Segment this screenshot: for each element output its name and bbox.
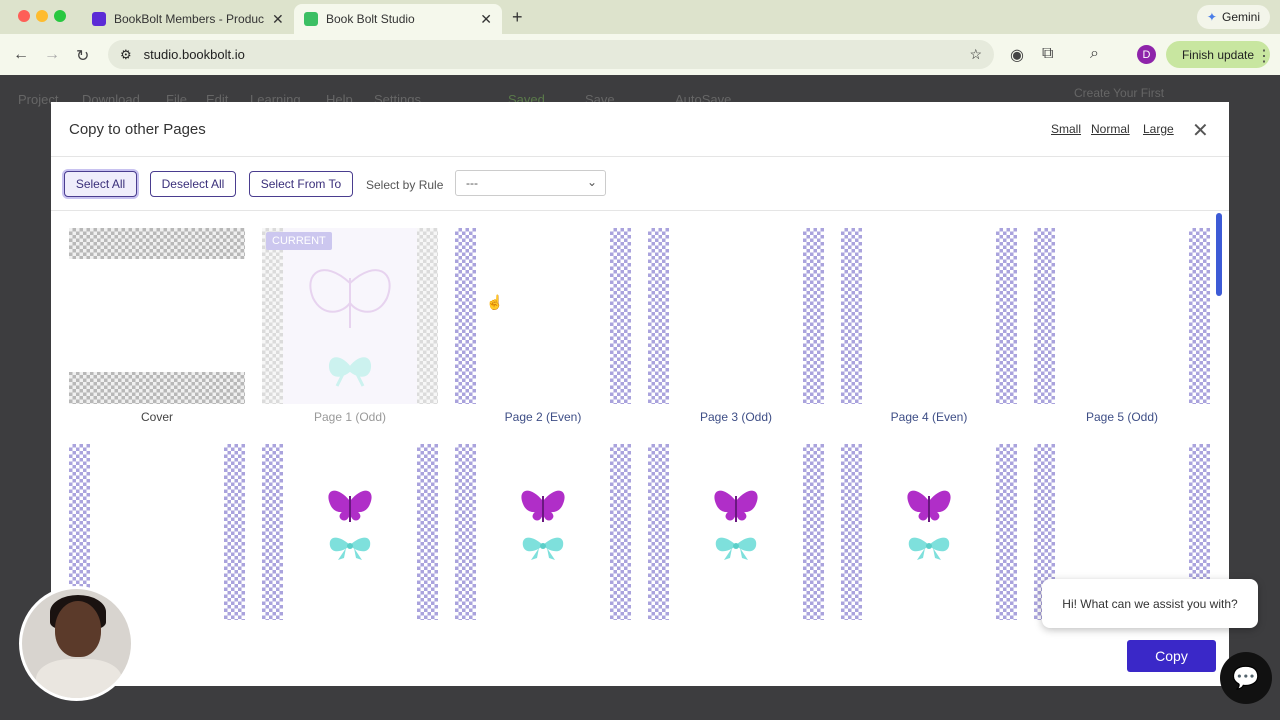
tab-search-icon[interactable]: ⌕ [1090,45,1099,63]
selection-actions: Select All Deselect All Select From To S… [51,158,1229,211]
select-by-rule-dropdown[interactable]: --- ⌄ [455,170,606,196]
select-by-rule-value: --- [466,176,478,190]
url-text: studio.bookbolt.io [143,47,245,62]
tab-title: BookBolt Members - Product [114,12,264,26]
tab-bookbolt-members[interactable]: BookBolt Members - Product ✕ [82,4,294,34]
chevron-down-icon: ⌄ [586,175,597,189]
bookmark-star-icon[interactable]: ☆ [969,46,982,63]
presenter-webcam-overlay [19,586,134,701]
page-thumb-4[interactable] [841,228,1017,404]
page-label-5: Page 5 (Odd) [1085,410,1159,424]
gemini-label: Gemini [1221,10,1260,24]
account-circle-icon[interactable]: ◉ [1010,45,1024,65]
finish-update-button[interactable]: Finish update [1166,41,1270,68]
page-label-1: Page 1 (Odd) [313,410,387,424]
extensions-puzzle-icon[interactable]: ⧉ [1042,45,1053,63]
profile-avatar[interactable]: D [1137,45,1156,64]
deselect-all-button[interactable]: Deselect All [150,171,236,197]
page-thumb-3[interactable] [648,228,824,404]
page-thumb-2[interactable] [455,228,631,404]
gemini-button[interactable]: ✦ Gemini [1196,5,1270,29]
menu-kebab-icon[interactable]: ⋮ [1256,46,1272,66]
page-content [283,228,417,404]
bleed-strip [841,228,862,404]
new-tab-icon[interactable]: + [512,7,523,28]
close-tab-icon[interactable]: ✕ [272,11,284,28]
butterfly-bow-artwork [309,269,391,387]
chat-widget-button[interactable]: 💬 [1220,652,1272,704]
butterfly-bow-artwork [521,490,565,560]
cover-content [69,259,245,372]
select-all-button[interactable]: Select All [64,171,137,197]
page-thumb-cover[interactable] [69,228,245,404]
minimize-window-icon[interactable] [36,10,48,22]
create-label: Create Your First [1074,86,1165,100]
close-icon[interactable]: ✕ [1192,118,1209,143]
forward-arrow-icon[interactable]: → [44,46,60,64]
gemini-sparkle-icon: ✦ [1206,10,1217,24]
studio-favicon-icon [304,12,318,26]
page-thumb-7[interactable] [262,444,438,620]
bleed-strip [610,228,631,404]
bleed-strip [1189,228,1210,404]
page-label-4: Page 4 (Even) [890,410,968,424]
presenter-face [55,601,101,657]
bleed-strip [648,228,669,404]
page-thumb-9[interactable] [648,444,824,620]
butterfly-bow-artwork [714,490,758,560]
page-label-cover: Cover [140,410,173,424]
close-window-icon[interactable] [18,10,30,22]
select-by-rule-label: Select by Rule [366,178,444,192]
bleed-strip [1034,228,1055,404]
bleed-strip [803,228,824,404]
modal-title: Copy to other Pages [69,121,206,138]
grid-scrollbar-thumb[interactable] [1216,213,1222,296]
browser-tab-bar: BookBolt Members - Product ✕ Book Bolt S… [0,0,1280,34]
current-badge: CURRENT [266,232,332,250]
reload-icon[interactable]: ↻ [76,46,89,66]
butterfly-bow-artwork [328,490,372,560]
chat-greeting-bubble[interactable]: Hi! What can we assist you with? [1042,579,1258,628]
copy-button[interactable]: Copy [1127,640,1216,672]
finish-update-label: Finish update [1181,47,1255,62]
select-from-to-button[interactable]: Select From To [249,171,353,197]
hand-cursor-icon: ☝ [486,294,504,310]
close-tab-icon[interactable]: ✕ [480,11,492,28]
size-small-link[interactable]: Small [1051,122,1081,136]
profile-initial: D [1142,48,1151,61]
modal-header: Copy to other Pages Small Normal Large ✕ [51,102,1229,157]
site-settings-icon[interactable]: ⚙ [120,47,132,63]
bleed-strip [224,444,245,620]
bookbolt-favicon-icon [92,12,106,26]
page-label-2: Page 2 (Even) [504,410,582,424]
page-label-3: Page 3 (Odd) [699,410,773,424]
bleed-strip [996,228,1017,404]
bleed-strip [455,228,476,404]
presenter-body [36,659,122,698]
tab-book-bolt-studio[interactable]: Book Bolt Studio ✕ [294,4,502,34]
chat-bubble-icon: 💬 [1232,665,1260,690]
tab-title: Book Bolt Studio [326,12,415,26]
size-normal-link[interactable]: Normal [1091,122,1130,136]
back-arrow-icon[interactable]: ← [13,46,29,64]
page-thumb-8[interactable] [455,444,631,620]
page-thumb-5[interactable] [1034,228,1210,404]
page-thumb-1: CURRENT [262,228,438,404]
size-large-link[interactable]: Large [1143,122,1174,136]
address-bar[interactable]: ⚙ studio.bookbolt.io ☆ [108,40,994,69]
butterfly-bow-artwork [907,490,951,560]
browser-toolbar: ← → ↻ ⚙ studio.bookbolt.io ☆ ◉ ⧉ ⌕ [0,34,1280,75]
page-thumb-10[interactable] [841,444,1017,620]
maximize-window-icon[interactable] [54,10,66,22]
